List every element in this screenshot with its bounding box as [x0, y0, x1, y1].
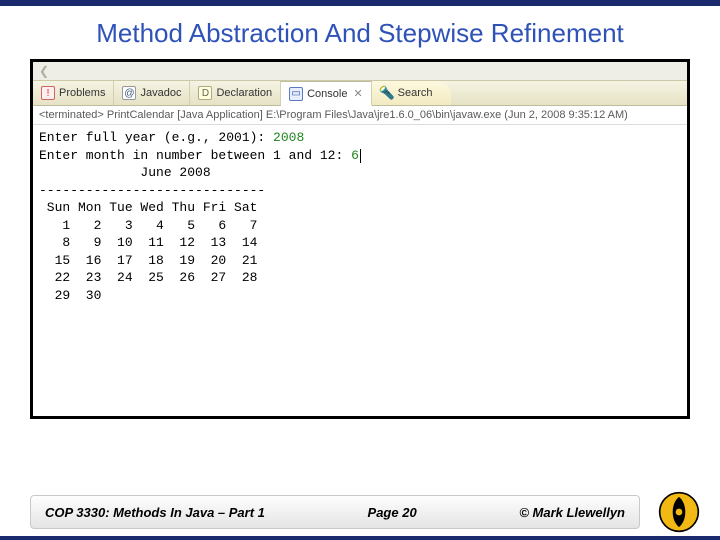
console-input-month: 6: [351, 148, 359, 163]
calendar-dow: Sun Mon Tue Wed Thu Fri Sat: [39, 200, 257, 215]
calendar-rule: -----------------------------: [39, 183, 265, 198]
calendar-row: 8 9 10 11 12 13 14: [39, 235, 257, 250]
tab-label: Problems: [59, 87, 105, 99]
calendar-row: 29 30: [39, 288, 101, 303]
close-icon[interactable]: ✕: [353, 87, 362, 100]
calendar-row: 22 23 24 25 26 27 28: [39, 270, 257, 285]
footer-course: COP 3330: Methods In Java – Part 1: [45, 505, 265, 520]
console-output[interactable]: Enter full year (e.g., 2001): 2008 Enter…: [33, 125, 687, 308]
search-icon: 🔦: [380, 86, 394, 100]
tab-console[interactable]: ▭ Console ✕: [281, 81, 372, 106]
calendar-title: June 2008: [39, 165, 211, 180]
console-icon: ▭: [289, 87, 303, 101]
console-line: Enter full year (e.g., 2001):: [39, 130, 273, 145]
console-input-year: 2008: [273, 130, 304, 145]
footer-page: Page 20: [265, 505, 519, 520]
calendar-row: 1 2 3 4 5 6 7: [39, 218, 257, 233]
footer-author: © Mark Llewellyn: [519, 505, 625, 520]
problems-icon: !: [41, 86, 55, 100]
tab-label: Javadoc: [140, 87, 181, 99]
tab-problems[interactable]: ! Problems: [33, 81, 114, 105]
tab-declaration[interactable]: D Declaration: [190, 81, 281, 105]
slide-title: Method Abstraction And Stepwise Refineme…: [0, 6, 720, 59]
tab-label: Search: [398, 87, 433, 99]
ide-frame: ❮ ! Problems @ Javadoc D Declaration ▭ C…: [30, 59, 690, 419]
calendar-row: 15 16 17 18 19 20 21: [39, 253, 257, 268]
scroll-hint-bar: ❮: [33, 62, 687, 80]
console-line: Enter month in number between 1 and 12:: [39, 148, 351, 163]
footer-bar: COP 3330: Methods In Java – Part 1 Page …: [30, 495, 640, 529]
launch-status: <terminated> PrintCalendar [Java Applica…: [33, 106, 687, 125]
text-cursor: [360, 149, 361, 163]
chevron-left-icon[interactable]: ❮: [39, 64, 49, 78]
tab-label: Declaration: [216, 87, 272, 99]
tab-javadoc[interactable]: @ Javadoc: [114, 81, 190, 105]
view-tabbar: ! Problems @ Javadoc D Declaration ▭ Con…: [33, 80, 687, 106]
javadoc-icon: @: [122, 86, 136, 100]
declaration-icon: D: [198, 86, 212, 100]
slide-footer: COP 3330: Methods In Java – Part 1 Page …: [0, 492, 720, 532]
ucf-logo-icon: [658, 491, 700, 533]
tab-label: Console: [307, 88, 347, 100]
tab-search[interactable]: 🔦 Search: [372, 81, 451, 105]
